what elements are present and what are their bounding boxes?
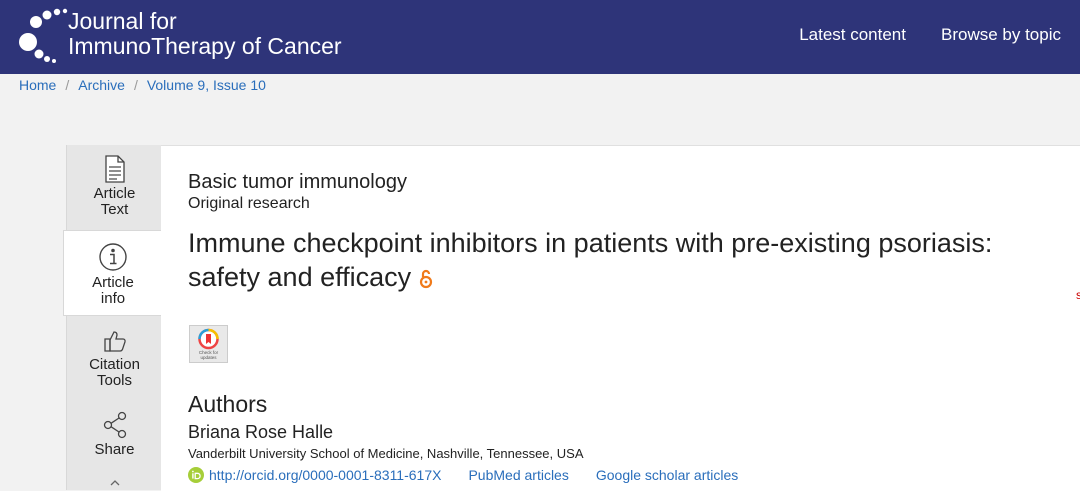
- article-content: Basic tumor immunology Original research…: [161, 145, 1080, 491]
- journal-logo[interactable]: [14, 8, 70, 64]
- rail-more[interactable]: [67, 475, 162, 491]
- breadcrumb: Home / Archive / Volume 9, Issue 10: [19, 77, 266, 93]
- rail-citation-tools-label: Citation Tools: [89, 356, 140, 389]
- article-subject[interactable]: Basic tumor immunology: [188, 171, 407, 194]
- author-name: Briana Rose Halle: [188, 422, 334, 442]
- main-nav: Latest content Browse by topic: [799, 25, 1061, 45]
- rail-share[interactable]: Share: [67, 411, 162, 458]
- nav-browse-by-topic[interactable]: Browse by topic: [941, 25, 1061, 45]
- breadcrumb-issue[interactable]: Volume 9, Issue 10: [147, 77, 266, 93]
- rail-citation-tools[interactable]: Citation Tools: [67, 328, 162, 389]
- pubmed-articles-link[interactable]: PubMed articles: [468, 467, 568, 483]
- article-tools-rail: Article Text Article info Citation Tools…: [63, 145, 162, 491]
- breadcrumb-separator: /: [133, 77, 138, 93]
- thumbs-up-icon: [103, 331, 126, 352]
- nav-latest-content[interactable]: Latest content: [799, 25, 906, 45]
- breadcrumb-separator: /: [65, 77, 70, 93]
- journal-title-line1: Journal for: [68, 8, 177, 34]
- orcid-icon: [188, 467, 204, 483]
- chevron-down-icon: [110, 480, 119, 486]
- rail-article-info[interactable]: Article info: [63, 230, 162, 316]
- authors-heading: Authors: [188, 391, 268, 417]
- author-links: http://orcid.org/0000-0001-8311-617X Pub…: [188, 467, 738, 483]
- journal-title[interactable]: Journal for ImmunoTherapy of Cancer: [68, 9, 342, 59]
- info-icon: [99, 243, 127, 271]
- article-title-text: Immune checkpoint inhibitors in patients…: [188, 228, 993, 292]
- check-for-updates-badge[interactable]: Check for updates: [189, 325, 228, 363]
- orcid-link[interactable]: http://orcid.org/0000-0001-8311-617X: [209, 467, 441, 483]
- rail-article-text[interactable]: Article Text: [67, 155, 162, 218]
- journal-title-line2: ImmunoTherapy of Cancer: [68, 33, 342, 59]
- cut-off-side-text[interactable]: s: [1076, 288, 1080, 302]
- breadcrumb-archive[interactable]: Archive: [78, 77, 125, 93]
- rail-share-label: Share: [94, 441, 135, 458]
- breadcrumb-home[interactable]: Home: [19, 77, 56, 93]
- open-access-icon: [420, 269, 433, 288]
- site-header: Journal for ImmunoTherapy of Cancer Late…: [0, 0, 1080, 74]
- google-scholar-link[interactable]: Google scholar articles: [596, 467, 738, 483]
- check-for-updates-label: Check for updates: [198, 350, 219, 360]
- share-icon: [103, 411, 126, 439]
- rail-article-info-label: Article info: [92, 274, 134, 307]
- article-type: Original research: [188, 195, 310, 212]
- article-title: Immune checkpoint inhibitors in patients…: [188, 226, 1068, 294]
- article-text-icon: [104, 155, 125, 183]
- orcid-link-group: http://orcid.org/0000-0001-8311-617X: [188, 467, 441, 483]
- author-affiliation: Vanderbilt University School of Medicine…: [188, 446, 584, 461]
- rail-article-text-label: Article Text: [93, 185, 136, 218]
